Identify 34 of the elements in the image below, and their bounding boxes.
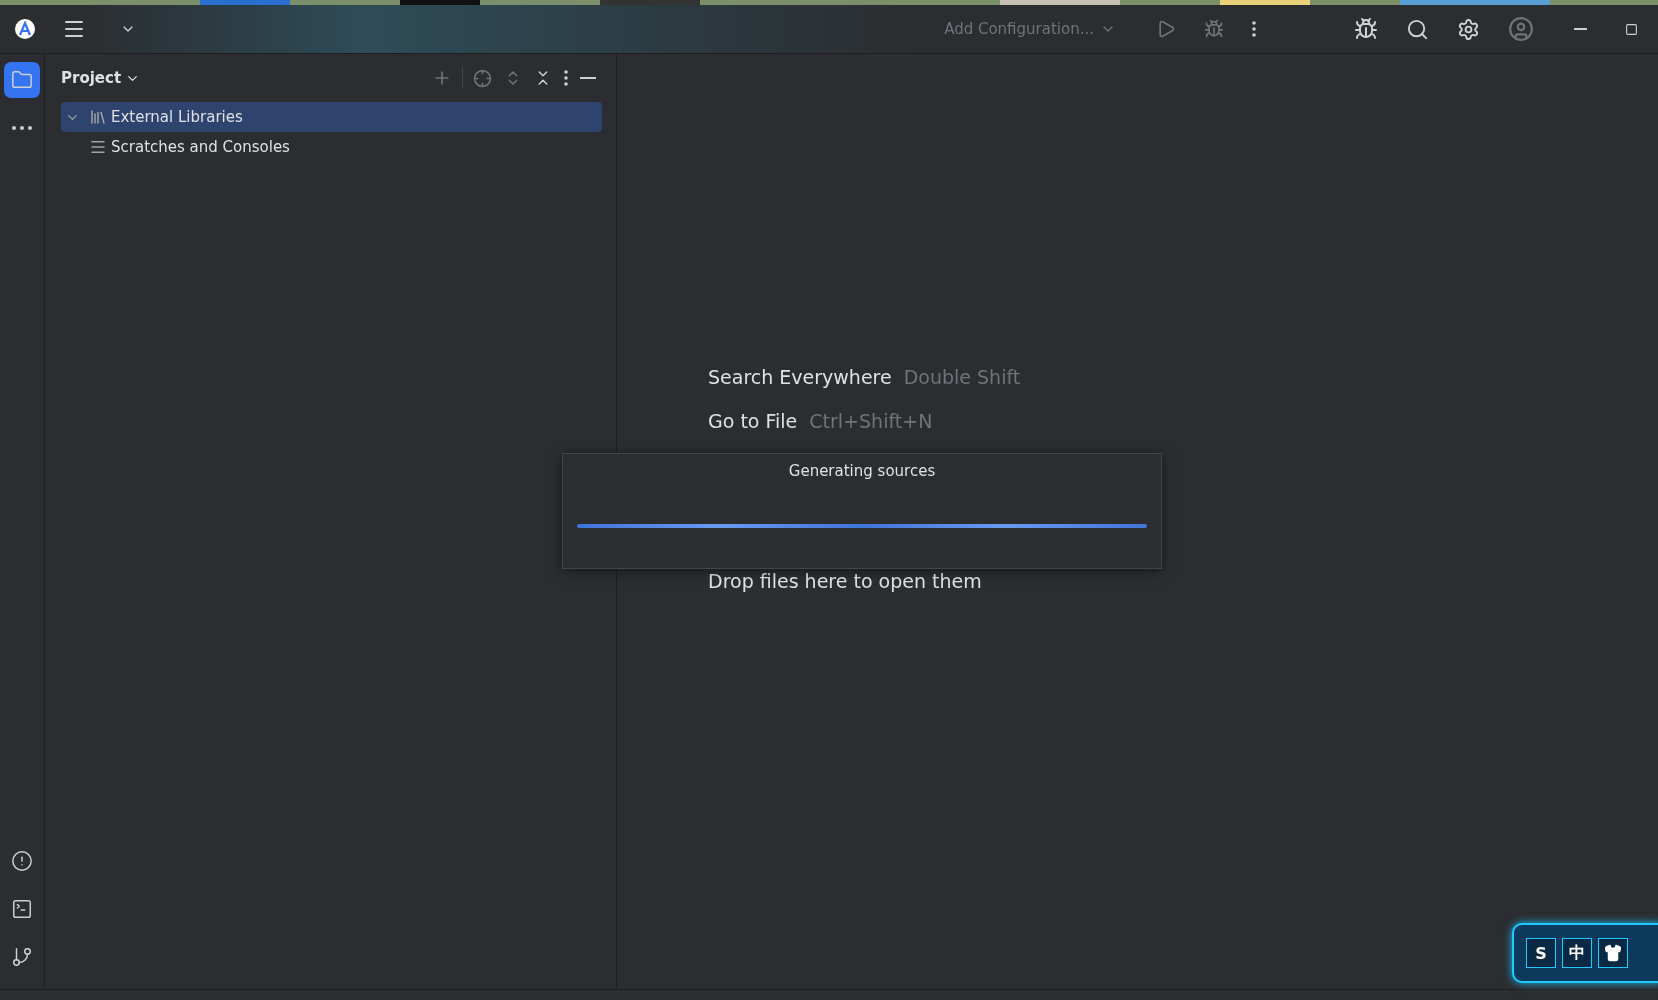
panel-title-dropdown[interactable]: Project — [61, 69, 141, 87]
skin-button[interactable] — [1598, 938, 1628, 968]
hint-shortcut: Ctrl+Shift+N — [809, 410, 933, 432]
play-icon — [1156, 19, 1176, 39]
library-icon — [89, 108, 107, 126]
list-icon — [89, 138, 107, 156]
maximize-icon — [1625, 22, 1638, 36]
hint-shortcut: Double Shift — [903, 366, 1021, 388]
user-icon — [1508, 16, 1534, 42]
drop-hint: Drop files here to open them — [708, 570, 982, 592]
minus-icon — [580, 77, 596, 79]
hint-action: Search Everywhere — [708, 366, 892, 388]
crosshair-icon — [473, 68, 492, 88]
shirt-icon — [1604, 944, 1622, 962]
problems-icon — [11, 850, 33, 872]
tree-item[interactable]: External Libraries — [61, 102, 602, 132]
app-logo-icon[interactable] — [14, 18, 36, 40]
bug-icon — [1204, 19, 1224, 39]
tree-item[interactable]: Scratches and Consoles — [61, 132, 602, 162]
search-icon — [1406, 17, 1429, 41]
bug-icon — [1354, 17, 1378, 41]
git-branch-icon — [11, 946, 33, 968]
minimize-icon — [1574, 28, 1587, 30]
ime-button[interactable]: S — [1526, 938, 1556, 968]
more-icon — [1252, 21, 1256, 37]
more-icon — [564, 70, 568, 86]
dialog-title: Generating sources — [788, 462, 936, 480]
more-icon — [12, 126, 32, 130]
folder-icon — [11, 69, 33, 91]
terminal-icon — [11, 898, 33, 920]
hint-action: Go to File — [708, 410, 798, 432]
settings-icon — [1457, 17, 1480, 41]
ime-button[interactable]: 中 — [1562, 938, 1592, 968]
folder-button[interactable] — [4, 62, 40, 98]
